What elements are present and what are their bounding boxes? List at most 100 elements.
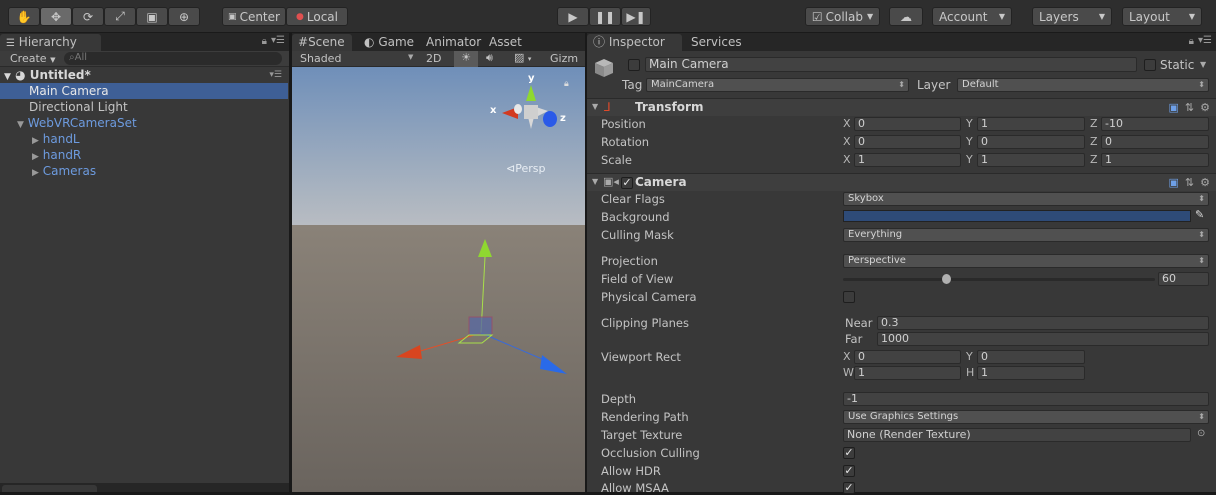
layer-dropdown[interactable]: Default (957, 78, 1209, 92)
center-handle[interactable] (468, 316, 493, 336)
scene-viewport[interactable]: y x z 🔒︎ ⊲Persp (292, 67, 585, 492)
scene-menu-icon[interactable]: ▾☰ (269, 67, 282, 83)
gizmos-dropdown[interactable]: Gizm (550, 52, 585, 65)
allow-msaa-checkbox[interactable]: ✓ (843, 482, 855, 494)
background-color-swatch[interactable] (843, 210, 1191, 222)
rotation-z-field[interactable]: 0 (1101, 135, 1209, 149)
layout-dropdown[interactable]: Layout ▼ (1122, 7, 1202, 26)
audio-toggle[interactable]: 🔊︎ (486, 51, 493, 65)
panel-menu-icon[interactable]: ▾☰ (271, 35, 285, 46)
hierarchy-item-handr[interactable]: ▶ handR (0, 147, 288, 163)
active-checkbox[interactable] (628, 59, 640, 71)
hierarchy-item-handl[interactable]: ▶ handL (0, 131, 288, 147)
tag-dropdown[interactable]: MainCamera (646, 78, 909, 92)
hand-tool-button[interactable]: ✋ (8, 7, 40, 26)
viewport-w-field[interactable]: 1 (854, 366, 961, 380)
tab-services[interactable]: Services (685, 34, 748, 51)
clear-flags-dropdown[interactable]: Skybox (843, 192, 1209, 206)
static-checkbox[interactable] (1144, 59, 1156, 71)
gear-icon[interactable]: ⚙ (1200, 101, 1210, 114)
viewport-h-field[interactable]: 1 (977, 366, 1085, 380)
scene-root[interactable]: ▼ ◕ Untitled* ▾☰ (0, 67, 288, 83)
tab-inspector[interactable]: ⓘ Inspector (587, 34, 682, 51)
position-y-field[interactable]: 1 (977, 117, 1085, 131)
rotate-tool-button[interactable]: ⟳ (72, 7, 104, 26)
camera-component-header[interactable]: ▼ ▣◂ ✓ Camera ▣ ⇅ ⚙ (587, 173, 1216, 191)
position-z-field[interactable]: -10 (1101, 117, 1209, 131)
effects-dropdown[interactable]: ▨ ▾ (514, 51, 531, 64)
scale-x-field[interactable]: 1 (854, 153, 961, 167)
preset-icon[interactable]: ⇅ (1185, 101, 1194, 114)
hierarchy-item-webvrcameraset[interactable]: ▼ WebVRCameraSet (0, 115, 288, 131)
viewport-y-field[interactable]: 0 (977, 350, 1085, 364)
target-texture-field[interactable]: None (Render Texture) (843, 428, 1191, 442)
help-icon[interactable]: ▣ (1169, 176, 1179, 189)
tab-animator[interactable]: Animator (420, 34, 487, 51)
tab-asset-store[interactable]: Asset St (483, 34, 543, 51)
axis-z-label: Z (1090, 153, 1098, 166)
rotation-y-field[interactable]: 0 (977, 135, 1085, 149)
field-value: 0 (981, 350, 988, 363)
fov-field[interactable]: 60 (1158, 272, 1209, 286)
allow-hdr-checkbox[interactable]: ✓ (843, 465, 855, 477)
lock-icon[interactable]: 🔒︎ (262, 36, 267, 47)
tab-scene[interactable]: #Scene (292, 34, 352, 51)
fov-slider-track[interactable] (843, 278, 1155, 281)
game-icon: ◐ (364, 35, 375, 49)
hierarchy-search-input[interactable]: ⌕All (64, 52, 282, 65)
preset-icon[interactable]: ⇅ (1185, 176, 1194, 189)
pause-button[interactable]: ❚❚ (589, 7, 621, 26)
pivot-center-button[interactable]: ▣ Center (222, 7, 286, 26)
projection-dropdown[interactable]: Perspective (843, 254, 1209, 268)
rotation-x-field[interactable]: 0 (854, 135, 961, 149)
bottom-tab-console[interactable] (104, 485, 184, 492)
depth-field[interactable]: -1 (843, 392, 1209, 406)
help-icon[interactable]: ▣ (1169, 101, 1179, 114)
panel-menu-icon[interactable]: ▾☰ (1198, 35, 1212, 46)
tab-game[interactable]: ◐ Game (358, 34, 420, 51)
static-dropdown-icon[interactable]: ▼ (1200, 60, 1206, 69)
2d-toggle[interactable]: 2D (426, 52, 441, 65)
position-x-field[interactable]: 0 (854, 117, 961, 131)
object-name-field[interactable]: Main Camera (645, 57, 1137, 72)
near-field[interactable]: 0.3 (877, 316, 1209, 330)
step-button[interactable]: ▶❚ (621, 7, 651, 26)
hierarchy-item-directional-light[interactable]: Directional Light (0, 99, 288, 115)
play-button[interactable]: ▶ (557, 7, 589, 26)
hierarchy-item-main-camera[interactable]: Main Camera (0, 83, 288, 99)
eyedropper-icon[interactable]: ✎ (1195, 208, 1204, 221)
orientation-gizmo[interactable]: y x z (488, 73, 568, 155)
camera-enabled-checkbox[interactable]: ✓ (621, 177, 633, 189)
physical-camera-checkbox[interactable] (843, 291, 855, 303)
persp-label[interactable]: ⊲Persp (506, 162, 545, 175)
lighting-toggle[interactable]: ☀ (454, 51, 478, 67)
lock-icon[interactable]: 🔒︎ (1189, 36, 1194, 47)
shading-dropdown[interactable]: Shaded (300, 52, 341, 65)
lock-icon[interactable]: 🔒︎ (564, 79, 569, 89)
rect-tool-button[interactable]: ▣ (136, 7, 168, 26)
move-tool-button[interactable]: ✥ (40, 7, 72, 26)
gear-icon[interactable]: ⚙ (1200, 176, 1210, 189)
occlusion-culling-checkbox[interactable]: ✓ (843, 447, 855, 459)
bottom-tab-project[interactable] (2, 485, 97, 492)
create-dropdown[interactable]: Create ▼ (10, 52, 55, 65)
scale-tool-button[interactable]: ⤢ (104, 7, 136, 26)
far-label: Far (845, 332, 863, 346)
transform-tool-button[interactable]: ⊕ (168, 7, 200, 26)
culling-mask-dropdown[interactable]: Everything (843, 228, 1209, 242)
layers-dropdown[interactable]: Layers ▼ (1032, 7, 1112, 26)
cloud-button[interactable]: ☁ (889, 7, 923, 26)
tab-hierarchy[interactable]: ☰ Hierarchy (0, 34, 101, 51)
pivot-local-button[interactable]: ● Local (286, 7, 348, 26)
account-dropdown[interactable]: Account ▼ (932, 7, 1012, 26)
far-field[interactable]: 1000 (877, 332, 1209, 346)
object-picker-icon[interactable]: ⊙ (1197, 428, 1205, 439)
collab-dropdown[interactable]: ☑ Collab ▼ (805, 7, 880, 26)
rendering-path-dropdown[interactable]: Use Graphics Settings (843, 410, 1209, 424)
scale-z-field[interactable]: 1 (1101, 153, 1209, 167)
scale-y-field[interactable]: 1 (977, 153, 1085, 167)
fov-slider-thumb[interactable] (941, 274, 951, 284)
hierarchy-item-cameras[interactable]: ▶ Cameras (0, 163, 288, 179)
transform-component-header[interactable]: ▼ ⅃ Transform ▣ ⇅ ⚙ (587, 98, 1216, 116)
viewport-x-field[interactable]: 0 (854, 350, 961, 364)
